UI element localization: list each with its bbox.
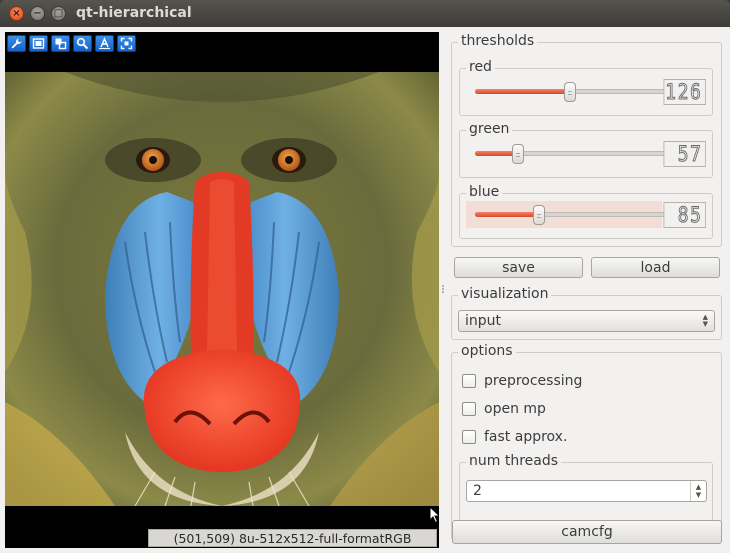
blue-slider[interactable] [475, 205, 667, 225]
preprocessing-label: preprocessing [484, 373, 583, 389]
fast-approx-checkbox[interactable]: fast approx. [462, 429, 567, 445]
visualization-selected-value: input [465, 313, 502, 329]
visualization-select[interactable]: input ▲ ▼ [458, 310, 715, 332]
splitter-handle[interactable] [441, 284, 445, 296]
fast-approx-checkbox-box[interactable] [462, 430, 476, 444]
preprocessing-checkbox[interactable]: preprocessing [462, 373, 582, 389]
green-label: green [466, 121, 513, 137]
blue-label: blue [466, 184, 503, 200]
thresholds-title: thresholds [458, 33, 538, 49]
preprocessing-checkbox-box[interactable] [462, 374, 476, 388]
red-slider-handle[interactable] [563, 82, 576, 102]
visualization-title: visualization [458, 286, 552, 302]
combo-arrows-icon: ▲ ▼ [702, 313, 708, 328]
red-group: red 126 [459, 59, 713, 116]
red-slider[interactable] [475, 82, 667, 102]
red-label: red [466, 59, 495, 75]
load-button[interactable]: load [591, 257, 720, 278]
num-threads-value: 2 [473, 483, 482, 499]
blue-value-display: 85 [663, 202, 706, 228]
close-window-button[interactable]: × [9, 6, 24, 21]
mandrill-image [5, 72, 439, 506]
zoom-icon[interactable] [73, 35, 92, 52]
blue-slider-handle[interactable] [532, 205, 545, 225]
green-group: green 57 [459, 121, 713, 178]
num-threads-label: num threads [466, 453, 562, 469]
fast-approx-label: fast approx. [484, 429, 568, 445]
blue-group: blue 85 [459, 184, 713, 239]
green-slider[interactable] [475, 144, 667, 164]
thresholds-group: thresholds red 126 green 57 blue 85 [451, 33, 722, 247]
maximize-window-button[interactable]: □ [51, 6, 66, 21]
fit-window-icon[interactable] [29, 35, 48, 52]
text-overlay-icon[interactable] [95, 35, 114, 52]
zoom-original-icon[interactable] [51, 35, 70, 52]
camcfg-button[interactable]: camcfg [452, 520, 722, 544]
open-mp-label: open mp [484, 401, 546, 417]
title-bar: × − □ qt-hierarchical [0, 0, 730, 27]
viewer-toolbar [7, 35, 136, 52]
fullscreen-icon[interactable] [117, 35, 136, 52]
spin-arrows-icon[interactable]: ▲ ▼ [690, 481, 706, 501]
window-title: qt-hierarchical [76, 5, 192, 21]
mouse-pointer-icon [429, 506, 439, 524]
visualization-group: visualization input ▲ ▼ [451, 286, 722, 340]
wrench-icon[interactable] [7, 35, 26, 52]
open-mp-checkbox-box[interactable] [462, 402, 476, 416]
green-value-display: 57 [663, 141, 706, 167]
options-group: options preprocessing open mp fast appro… [451, 343, 722, 540]
num-threads-spinbox[interactable]: 2 ▲ ▼ [466, 480, 707, 502]
green-slider-handle[interactable] [512, 144, 524, 164]
red-value-display: 126 [663, 79, 706, 105]
open-mp-checkbox[interactable]: open mp [462, 401, 546, 417]
window-body: (501,509) 8u-512x512-full-formatRGB thre… [0, 27, 730, 553]
minimize-window-button[interactable]: − [30, 6, 45, 21]
image-viewer[interactable]: (501,509) 8u-512x512-full-formatRGB [5, 32, 439, 548]
options-title: options [458, 343, 516, 359]
save-button[interactable]: save [454, 257, 583, 278]
image-status-bar: (501,509) 8u-512x512-full-formatRGB [148, 529, 437, 547]
